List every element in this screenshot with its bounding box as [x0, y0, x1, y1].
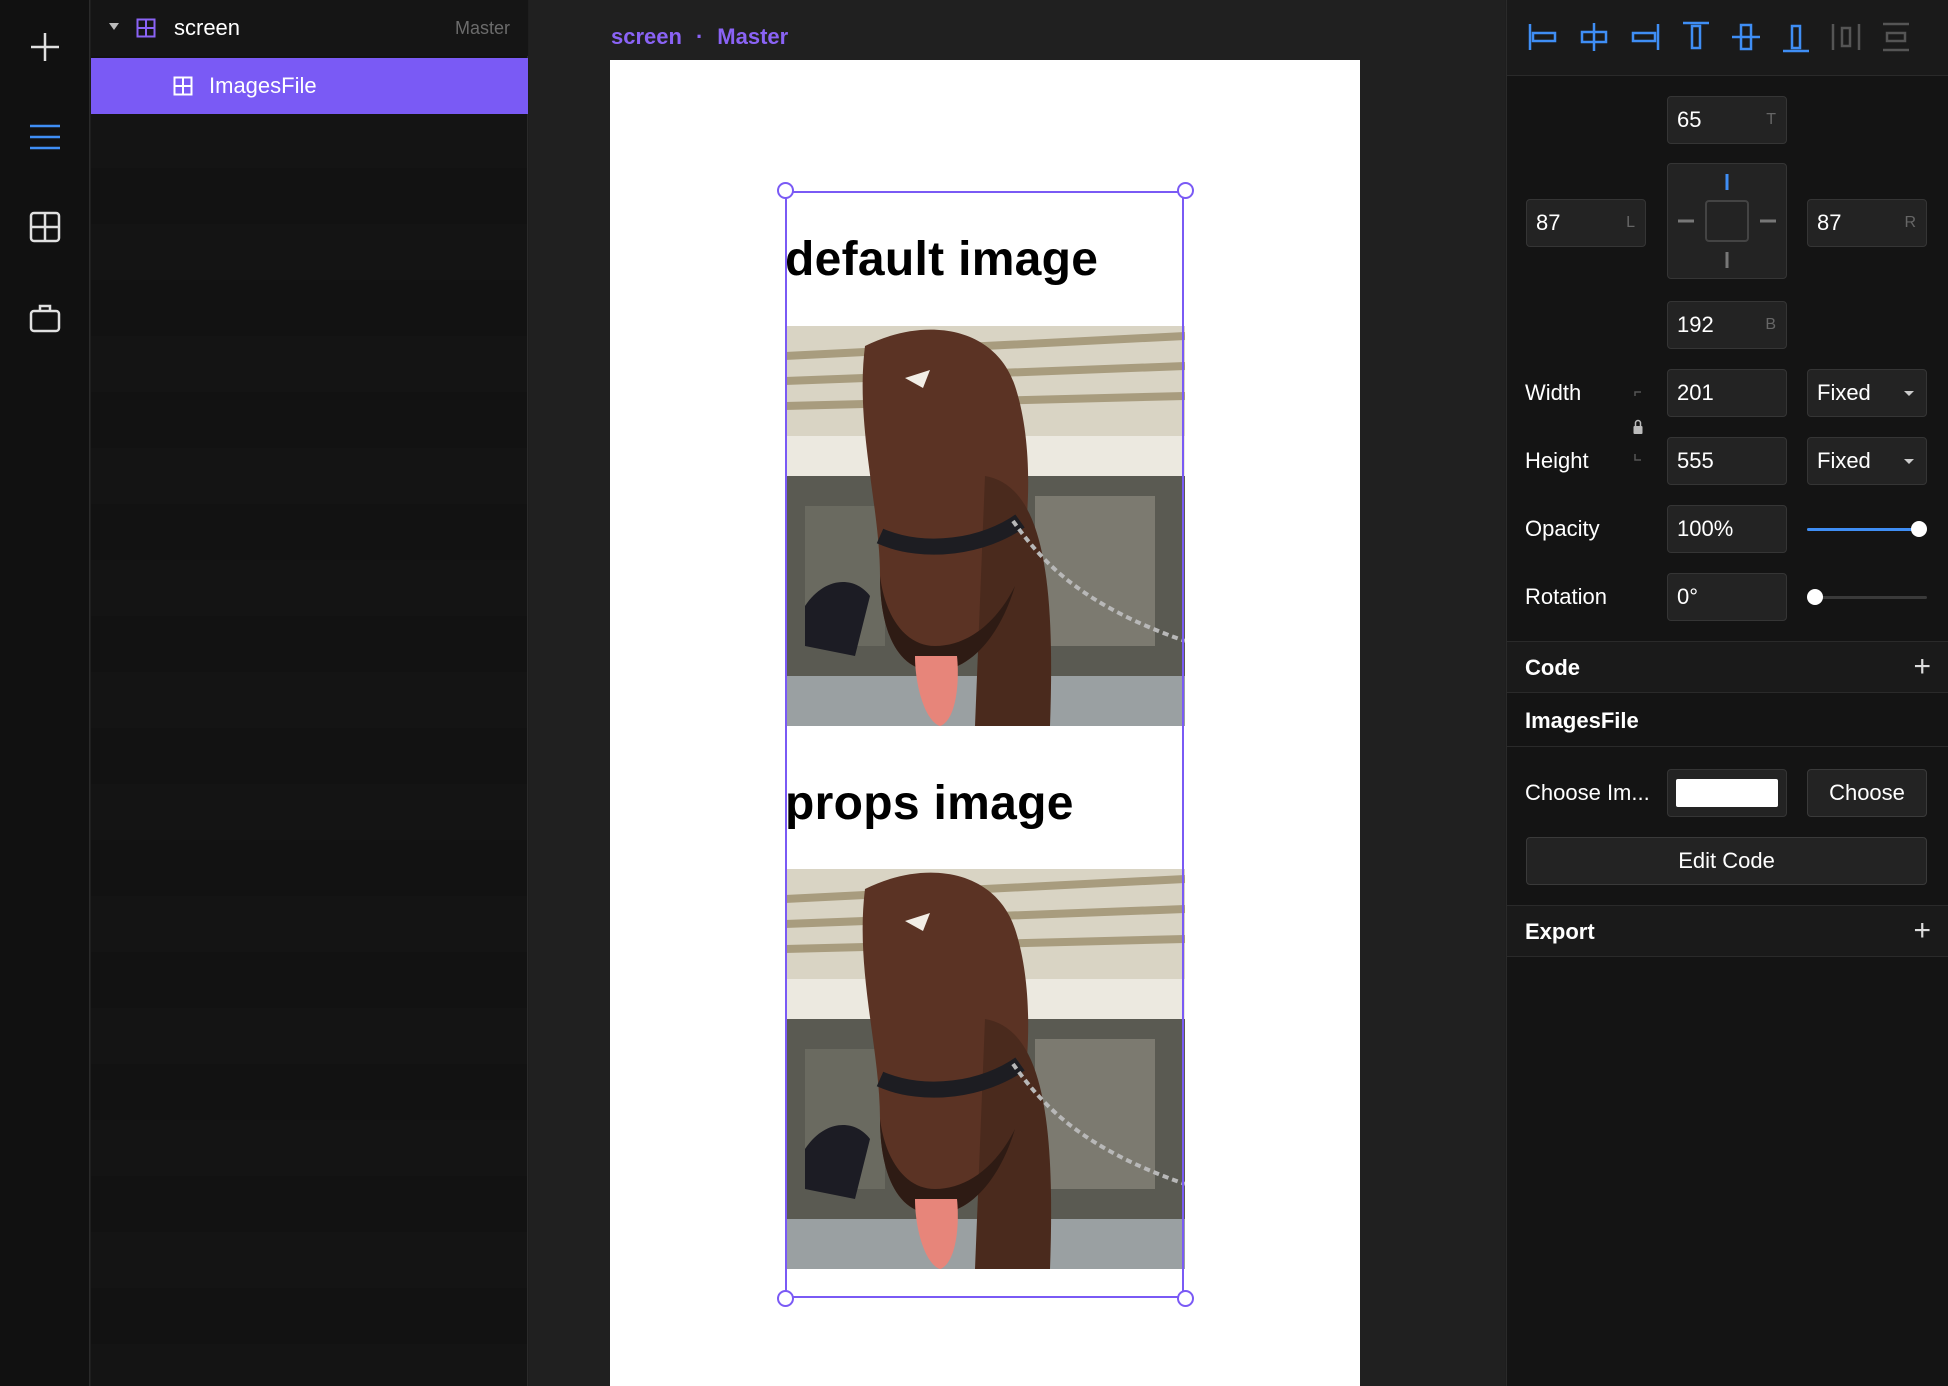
grid-icon	[136, 18, 156, 38]
code-section-header[interactable]: Code +	[1507, 641, 1948, 693]
left-constraint-field[interactable]: 87 L	[1526, 199, 1646, 247]
export-section-title: Export	[1525, 919, 1595, 944]
properties-panel: 65 T 87 L 87 R 192 B Width 201 Fixed Hei	[1506, 0, 1948, 1386]
height-value: 555	[1677, 448, 1714, 473]
opacity-field[interactable]: 100%	[1667, 505, 1787, 553]
caret-down-icon[interactable]	[109, 23, 119, 31]
resize-handle-top-right[interactable]	[1177, 182, 1194, 199]
choose-image-label: Choose Im...	[1525, 780, 1650, 805]
width-value: 201	[1677, 380, 1714, 405]
layer-master-tag: Master	[454, 17, 510, 38]
breadcrumb: screen · Master	[611, 24, 788, 50]
distribute-horizontal-icon[interactable]	[1829, 20, 1863, 54]
align-top-icon[interactable]	[1679, 20, 1713, 54]
width-label: Width	[1525, 380, 1582, 405]
align-right-icon[interactable]	[1627, 20, 1661, 54]
artboard[interactable]: default image props image	[610, 60, 1360, 1386]
canvas: screen · Master default image props imag…	[529, 0, 1505, 1386]
align-center-horizontal-icon[interactable]	[1577, 20, 1611, 54]
rotation-label: Rotation	[1525, 584, 1607, 609]
right-constraint-field[interactable]: 87 R	[1807, 199, 1927, 247]
insert-plus-icon[interactable]	[25, 27, 65, 67]
constraint-pin-widget[interactable]	[1667, 163, 1787, 279]
choose-image-button[interactable]: Choose	[1807, 769, 1927, 817]
image-preview-swatch[interactable]	[1667, 769, 1787, 817]
top-constraint-field[interactable]: 65 T	[1667, 96, 1787, 144]
component-section-title: ImagesFile	[1525, 708, 1639, 733]
export-section-header[interactable]: Export +	[1507, 905, 1948, 957]
grid-icon	[173, 76, 193, 96]
add-code-plus-icon[interactable]: +	[1913, 652, 1931, 682]
height-mode-value: Fixed	[1817, 448, 1871, 473]
bottom-value: 192	[1677, 312, 1714, 337]
aspect-lock-icon[interactable]	[1631, 390, 1645, 462]
opacity-slider[interactable]	[1807, 518, 1927, 540]
width-mode-value: Fixed	[1817, 380, 1871, 405]
breadcrumb-screen[interactable]: screen	[611, 24, 682, 50]
selection-frame[interactable]	[785, 191, 1184, 1298]
layer-row-screen[interactable]: screen Master	[91, 0, 528, 56]
bottom-constraint-field[interactable]: 192 B	[1667, 301, 1787, 349]
store-icon[interactable]	[25, 298, 65, 338]
rotation-slider[interactable]	[1807, 586, 1927, 608]
code-section-title: Code	[1525, 655, 1580, 680]
layer-row-imagesfile[interactable]: ImagesFile	[91, 58, 528, 114]
align-bottom-icon[interactable]	[1779, 20, 1813, 54]
left-unit: L	[1626, 214, 1635, 231]
caret-down-icon	[1904, 391, 1914, 396]
height-label: Height	[1525, 448, 1589, 473]
component-section-header: ImagesFile	[1507, 695, 1948, 747]
rotation-field[interactable]: 0°	[1667, 573, 1787, 621]
width-field[interactable]: 201	[1667, 369, 1787, 417]
breadcrumb-separator: ·	[695, 24, 704, 49]
distribute-vertical-icon[interactable]	[1879, 20, 1913, 54]
opacity-value: 100%	[1677, 516, 1734, 541]
layer-name: ImagesFile	[209, 73, 317, 98]
top-unit: T	[1766, 111, 1776, 128]
resize-handle-top-left[interactable]	[777, 182, 794, 199]
height-field[interactable]: 555	[1667, 437, 1787, 485]
layers-icon[interactable]	[25, 117, 65, 157]
resize-handle-bottom-left[interactable]	[777, 1290, 794, 1307]
left-value: 87	[1536, 210, 1561, 235]
edit-code-button[interactable]: Edit Code	[1526, 837, 1927, 885]
align-left-icon[interactable]	[1527, 20, 1561, 54]
width-mode-select[interactable]: Fixed	[1807, 369, 1927, 417]
bottom-unit: B	[1765, 316, 1776, 333]
right-value: 87	[1817, 210, 1842, 235]
resize-handle-bottom-right[interactable]	[1177, 1290, 1194, 1307]
caret-down-icon	[1904, 459, 1914, 464]
layer-name: screen	[174, 15, 241, 40]
components-icon[interactable]	[25, 207, 65, 247]
layers-panel: screen Master ImagesFile	[91, 0, 528, 1386]
opacity-label: Opacity	[1525, 516, 1600, 541]
tool-bar	[0, 0, 90, 1386]
align-middle-vertical-icon[interactable]	[1729, 20, 1763, 54]
breadcrumb-master[interactable]: Master	[717, 24, 788, 50]
rotation-value: 0°	[1677, 584, 1699, 609]
height-mode-select[interactable]: Fixed	[1807, 437, 1927, 485]
add-export-plus-icon[interactable]: +	[1913, 916, 1931, 946]
constraint-pins-icon	[1678, 174, 1776, 268]
top-value: 65	[1677, 107, 1702, 132]
alignment-toolbar	[1507, 0, 1948, 76]
right-unit: R	[1904, 214, 1916, 231]
